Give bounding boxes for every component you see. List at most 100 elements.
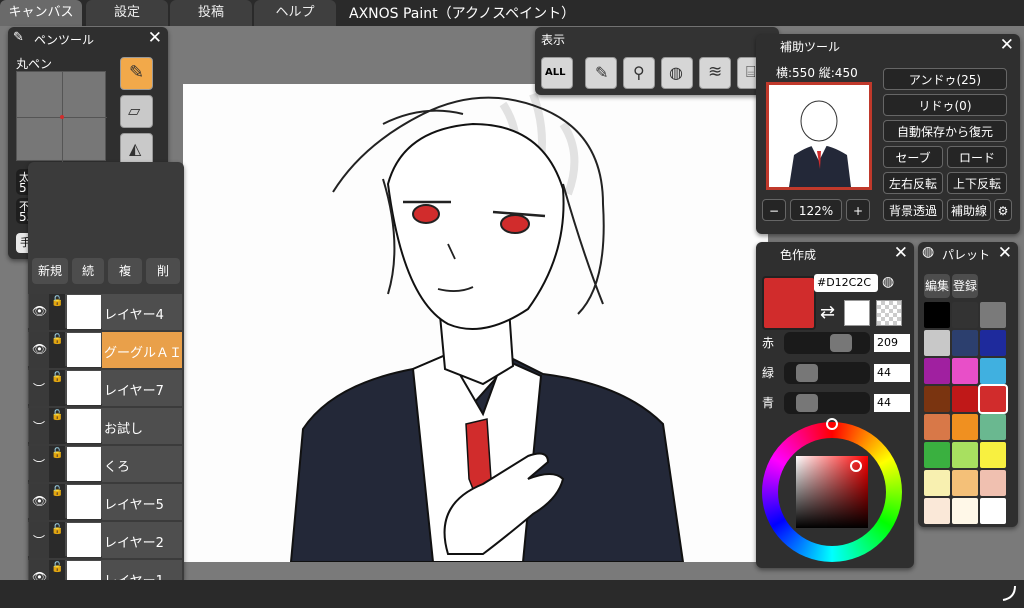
layer-row[interactable]: ︶ 🔓 くろ — [28, 446, 182, 482]
eye-icon[interactable]: 👁 — [29, 484, 49, 520]
view-pen-button[interactable]: ✎ — [585, 57, 617, 89]
blue-value[interactable]: 44 — [874, 394, 910, 412]
register-color-button[interactable]: 登録 — [952, 274, 978, 298]
color-swatch[interactable] — [980, 358, 1006, 384]
view-palette-button[interactable]: ◍ — [661, 57, 693, 89]
transparent-swatch[interactable] — [876, 300, 902, 326]
layer-row[interactable]: 👁 🔓 レイヤー4 — [28, 294, 182, 330]
color-swatch[interactable] — [924, 498, 950, 524]
green-slider-knob[interactable] — [796, 364, 818, 382]
color-swatch[interactable] — [980, 302, 1006, 328]
hue-cursor[interactable] — [826, 418, 838, 430]
lock-icon[interactable]: 🔓 — [49, 484, 65, 520]
color-swatch[interactable] — [924, 442, 950, 468]
color-swatch[interactable] — [980, 330, 1006, 356]
navigator-preview[interactable] — [766, 82, 872, 190]
delete-layer-button[interactable]: 削 — [146, 258, 180, 284]
green-slider[interactable] — [784, 362, 870, 384]
green-value[interactable]: 44 — [874, 364, 910, 382]
color-swatch[interactable] — [952, 498, 978, 524]
drawing-canvas[interactable] — [183, 84, 768, 562]
redo-button[interactable]: リドゥ(0) — [883, 94, 1007, 116]
layer-row-selected[interactable]: 👁 🔓 グーグルＡＩ — [28, 332, 182, 368]
red-value[interactable]: 209 — [874, 334, 910, 352]
saturation-value-square[interactable] — [796, 456, 868, 528]
layer-row[interactable]: ︶ 🔓 レイヤー2 — [28, 522, 182, 558]
swap-icon[interactable]: ⇄ — [820, 302, 835, 323]
color-picker-cursor[interactable] — [850, 460, 862, 472]
view-all-button[interactable]: ALL — [541, 57, 573, 89]
pen-tool-button[interactable]: ✎ — [120, 57, 153, 90]
zoom-in-button[interactable]: + — [846, 199, 870, 221]
color-swatch[interactable] — [924, 386, 950, 412]
palette-icon[interactable]: ◍ — [882, 274, 894, 290]
duplicate-layer-button[interactable]: 複 — [108, 258, 142, 284]
color-swatch[interactable] — [980, 498, 1006, 524]
color-swatch[interactable] — [952, 442, 978, 468]
color-swatch[interactable] — [980, 414, 1006, 440]
lock-icon[interactable]: 🔓 — [49, 294, 65, 330]
color-swatch[interactable] — [952, 358, 978, 384]
background-color-swatch[interactable] — [844, 300, 870, 326]
eraser-tool-button[interactable]: ▱ — [120, 95, 153, 128]
color-swatch[interactable] — [952, 302, 978, 328]
color-swatch[interactable] — [952, 386, 978, 412]
lock-icon[interactable]: 🔓 — [49, 408, 65, 444]
eye-hidden-icon[interactable]: ︶ — [29, 370, 49, 406]
blue-slider[interactable] — [784, 392, 870, 414]
eye-hidden-icon[interactable]: ︶ — [29, 446, 49, 482]
flip-vertical-button[interactable]: 上下反転 — [947, 172, 1007, 194]
continue-layer-button[interactable]: 続 — [72, 258, 104, 284]
color-swatch[interactable] — [924, 414, 950, 440]
zoom-out-button[interactable]: − — [762, 199, 786, 221]
restore-autosave-button[interactable]: 自動保存から復元 — [883, 120, 1007, 142]
new-layer-button[interactable]: 新規 — [32, 258, 68, 284]
hue-ring[interactable] — [762, 418, 902, 562]
lock-icon[interactable]: 🔓 — [49, 370, 65, 406]
background-transparent-button[interactable]: 背景透過 — [883, 199, 943, 221]
edit-palette-button[interactable]: 編集 — [924, 274, 950, 298]
hex-input[interactable]: #D12C2C — [814, 274, 878, 292]
close-icon[interactable]: ✕ — [1000, 35, 1014, 55]
color-swatch[interactable] — [952, 414, 978, 440]
eye-icon[interactable]: 👁 — [29, 332, 49, 368]
eye-icon[interactable]: 👁 — [29, 294, 49, 330]
save-button[interactable]: セーブ — [883, 146, 943, 168]
color-swatch[interactable] — [952, 470, 978, 496]
close-icon[interactable]: ✕ — [894, 243, 908, 263]
undo-button[interactable]: アンドゥ(25) — [883, 68, 1007, 90]
resize-grip-icon[interactable] — [1000, 584, 1018, 605]
layer-row[interactable]: 👁 🔓 レイヤー1 — [28, 560, 182, 580]
close-icon[interactable]: ✕ — [148, 28, 162, 48]
lock-icon[interactable]: 🔓 — [49, 522, 65, 558]
flip-horizontal-button[interactable]: 左右反転 — [883, 172, 943, 194]
eye-hidden-icon[interactable]: ︶ — [29, 522, 49, 558]
guides-button[interactable]: 補助線 — [947, 199, 991, 221]
view-layers-button[interactable]: ≋ — [699, 57, 731, 89]
close-icon[interactable]: ✕ — [998, 243, 1012, 263]
lock-icon[interactable]: 🔓 — [49, 560, 65, 580]
red-slider[interactable] — [784, 332, 870, 354]
color-swatch[interactable] — [924, 470, 950, 496]
tab-canvas[interactable]: キャンバス — [0, 0, 82, 26]
color-swatch[interactable] — [978, 384, 1008, 414]
gear-icon[interactable]: ⚙ — [994, 199, 1012, 221]
current-color-swatch[interactable] — [762, 276, 816, 330]
color-swatch[interactable] — [924, 358, 950, 384]
tab-help[interactable]: ヘルプ — [254, 0, 336, 26]
eye-hidden-icon[interactable]: ︶ — [29, 408, 49, 444]
color-swatch[interactable] — [924, 302, 950, 328]
view-eyedropper-button[interactable]: ⚲ — [623, 57, 655, 89]
layer-row[interactable]: ︶ 🔓 レイヤー7 — [28, 370, 182, 406]
eye-icon[interactable]: 👁 — [29, 560, 49, 580]
load-button[interactable]: ロード — [947, 146, 1007, 168]
tab-settings[interactable]: 設定 — [86, 0, 168, 26]
lock-icon[interactable]: 🔓 — [49, 446, 65, 482]
tab-post[interactable]: 投稿 — [170, 0, 252, 26]
color-swatch[interactable] — [980, 442, 1006, 468]
red-slider-knob[interactable] — [830, 334, 852, 352]
layer-row[interactable]: 👁 🔓 レイヤー5 — [28, 484, 182, 520]
color-swatch[interactable] — [952, 330, 978, 356]
lock-icon[interactable]: 🔓 — [49, 332, 65, 368]
color-swatch[interactable] — [924, 330, 950, 356]
